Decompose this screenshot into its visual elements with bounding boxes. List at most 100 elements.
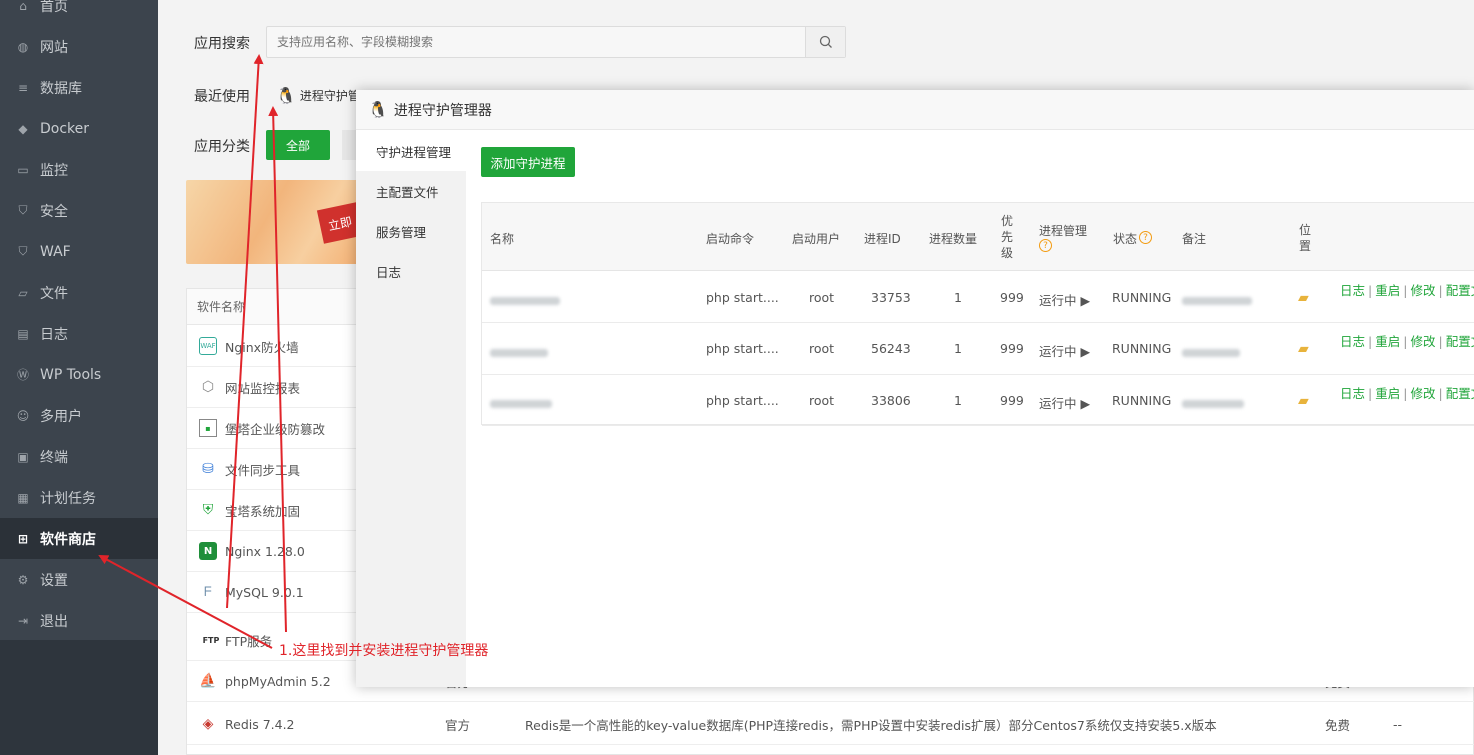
column-command: 启动命令 bbox=[706, 232, 755, 246]
process-user: root bbox=[809, 290, 835, 305]
logout-icon: ⇥ bbox=[17, 613, 29, 628]
software-name: 文件同步工具 bbox=[225, 462, 301, 478]
modal-tab-main-config[interactable]: 主配置文件 bbox=[356, 171, 466, 211]
terminal-icon: ▣ bbox=[17, 449, 29, 464]
config-link[interactable]: 配置文 bbox=[1446, 334, 1474, 349]
sidebar-item-docker[interactable]: ◆ Docker bbox=[0, 108, 158, 149]
recent-item-supervisor[interactable]: 🐧 进程守护管 bbox=[276, 86, 360, 105]
edit-link[interactable]: 修改 bbox=[1410, 283, 1435, 298]
shield-plus-icon: ⛨ bbox=[202, 502, 214, 518]
sidebar-item-website[interactable]: ◍ 网站 bbox=[0, 26, 158, 67]
table-row[interactable]: php start.... root 56243 1 999 运行中 ▶ RUN… bbox=[482, 323, 1474, 375]
nginx-icon: N bbox=[199, 542, 217, 560]
sidebar-item-database[interactable]: ≡ 数据库 bbox=[0, 67, 158, 108]
add-process-button[interactable]: 添加守护进程 bbox=[481, 147, 575, 177]
folder-icon[interactable]: ▰ bbox=[1298, 290, 1309, 306]
software-name: 网站监控报表 bbox=[225, 380, 301, 396]
table-row[interactable]: php start.... root 33806 1 999 运行中 ▶ RUN… bbox=[482, 374, 1474, 426]
software-name: FTP服务 bbox=[225, 633, 273, 649]
penguin-icon: 🐧 bbox=[368, 100, 388, 119]
sidebar-item-security[interactable]: ⛉ 安全 bbox=[0, 190, 158, 231]
play-icon: ▶ bbox=[1080, 344, 1091, 359]
sidebar: ⌂ 首页 ◍ 网站 ≡ 数据库 ◆ Docker ▭ 监控 ⛉ 安全 ⛉ WAF ▱ 文件 ▤ 日… bbox=[0, 0, 158, 755]
sidebar-item-monitor[interactable]: ▭ 监控 bbox=[0, 149, 158, 190]
restart-link[interactable]: 重启 bbox=[1375, 386, 1400, 401]
column-user: 启动用户 bbox=[792, 232, 841, 246]
sidebar-item-label: Docker bbox=[40, 120, 90, 137]
search-label: 应用搜索 bbox=[194, 36, 250, 52]
sidebar-item-label: WP Tools bbox=[40, 366, 102, 383]
process-remark-blurred bbox=[1182, 345, 1240, 360]
category-all-button[interactable]: 全部 bbox=[266, 130, 330, 160]
play-icon: ▶ bbox=[1080, 293, 1091, 308]
sidebar-item-logs[interactable]: ▤ 日志 bbox=[0, 313, 158, 354]
help-icon[interactable]: ? bbox=[1039, 239, 1052, 252]
software-name: Redis 7.4.2 bbox=[225, 716, 295, 732]
users-icon: ☺ bbox=[16, 408, 30, 423]
sidebar-footer bbox=[0, 640, 158, 755]
sidebar-item-label: 安全 bbox=[40, 203, 68, 220]
sidebar-item-logout[interactable]: ⇥ 退出 bbox=[0, 600, 158, 641]
monitor-icon: ▭ bbox=[17, 162, 29, 177]
table-row[interactable]: php start.... root 33753 1 999 运行中 ▶ RUN… bbox=[482, 271, 1474, 323]
process-user: root bbox=[809, 341, 835, 356]
restart-link[interactable]: 重启 bbox=[1375, 334, 1400, 349]
table-row[interactable]: ◈ Redis 7.4.2 官方 Redis是一个高性能的key-value数据库(P… bbox=[187, 704, 1474, 745]
sidebar-item-multi-user[interactable]: ☺ 多用户 bbox=[0, 395, 158, 436]
help-icon[interactable]: ? bbox=[1139, 231, 1152, 244]
modal-tab-logs[interactable]: 日志 bbox=[356, 251, 466, 291]
process-actions: 日志|重启|修改|配置文 bbox=[1340, 280, 1474, 299]
edit-link[interactable]: 修改 bbox=[1410, 386, 1435, 401]
phpmyadmin-icon: ⛵ bbox=[199, 673, 217, 689]
run-state-label: 运行中 bbox=[1039, 344, 1077, 359]
gear-icon: ⚙ bbox=[17, 572, 29, 587]
sidebar-item-label: 监控 bbox=[40, 162, 68, 179]
sync-icon: ⛁ bbox=[202, 461, 214, 477]
modal-tab-service-manage[interactable]: 服务管理 bbox=[356, 211, 466, 251]
promo-banner[interactable]: 立即 bbox=[186, 180, 366, 264]
modal-header: 🐧 进程守护管理器 bbox=[356, 90, 1474, 130]
process-user: root bbox=[809, 393, 835, 408]
column-location: 位置 bbox=[1299, 223, 1312, 253]
modal-tab-process-manage[interactable]: 守护进程管理 bbox=[356, 131, 466, 171]
log-link[interactable]: 日志 bbox=[1340, 334, 1365, 349]
grid-icon: ⊞ bbox=[17, 531, 29, 546]
process-priority: 999 bbox=[1000, 393, 1024, 408]
config-link[interactable]: 配置文 bbox=[1446, 386, 1474, 401]
process-table-header: 名称 启动命令 启动用户 进程ID 进程数量 优先级 进程管理 ? 状态 ? 备… bbox=[482, 203, 1474, 271]
search-input[interactable] bbox=[267, 27, 797, 57]
sidebar-item-files[interactable]: ▱ 文件 bbox=[0, 272, 158, 313]
process-run-state[interactable]: 运行中 ▶ bbox=[1039, 341, 1090, 360]
modal-sidebar: 守护进程管理 主配置文件 服务管理 日志 bbox=[356, 131, 466, 687]
folder-icon[interactable]: ▰ bbox=[1298, 341, 1309, 357]
sidebar-item-settings[interactable]: ⚙ 设置 bbox=[0, 559, 158, 600]
software-extra: -- bbox=[1393, 716, 1403, 732]
folder-icon[interactable]: ▰ bbox=[1298, 393, 1309, 409]
process-run-state[interactable]: 运行中 ▶ bbox=[1039, 290, 1090, 309]
wordpress-icon: Ⓦ bbox=[16, 368, 29, 382]
sidebar-item-label: 数据库 bbox=[40, 80, 82, 97]
config-link[interactable]: 配置文 bbox=[1446, 283, 1474, 298]
search-box bbox=[266, 26, 846, 58]
process-pid: 33806 bbox=[871, 393, 911, 408]
sidebar-item-wp-tools[interactable]: Ⓦ WP Tools bbox=[0, 354, 158, 395]
sidebar-item-terminal[interactable]: ▣ 终端 bbox=[0, 436, 158, 477]
edit-link[interactable]: 修改 bbox=[1410, 334, 1435, 349]
log-link[interactable]: 日志 bbox=[1340, 386, 1365, 401]
process-name-blurred bbox=[490, 293, 560, 308]
sidebar-item-software-store[interactable]: ⊞ 软件商店 bbox=[0, 518, 158, 559]
run-state-label: 运行中 bbox=[1039, 293, 1077, 308]
sidebar-item-cron[interactable]: ▦ 计划任务 bbox=[0, 477, 158, 518]
process-run-state[interactable]: 运行中 ▶ bbox=[1039, 393, 1090, 412]
process-name-blurred bbox=[490, 396, 552, 411]
log-link[interactable]: 日志 bbox=[1340, 283, 1365, 298]
search-icon bbox=[819, 35, 832, 48]
restart-link[interactable]: 重启 bbox=[1375, 283, 1400, 298]
sidebar-item-home[interactable]: ⌂ 首页 bbox=[0, 0, 158, 26]
process-command: php start.... bbox=[706, 290, 779, 305]
recent-label: 最近使用 bbox=[194, 89, 250, 105]
search-button[interactable] bbox=[805, 27, 845, 57]
sidebar-item-waf[interactable]: ⛉ WAF bbox=[0, 231, 158, 272]
software-name: Nginx防火墙 bbox=[225, 339, 299, 355]
sidebar-item-label: 网站 bbox=[40, 39, 68, 56]
